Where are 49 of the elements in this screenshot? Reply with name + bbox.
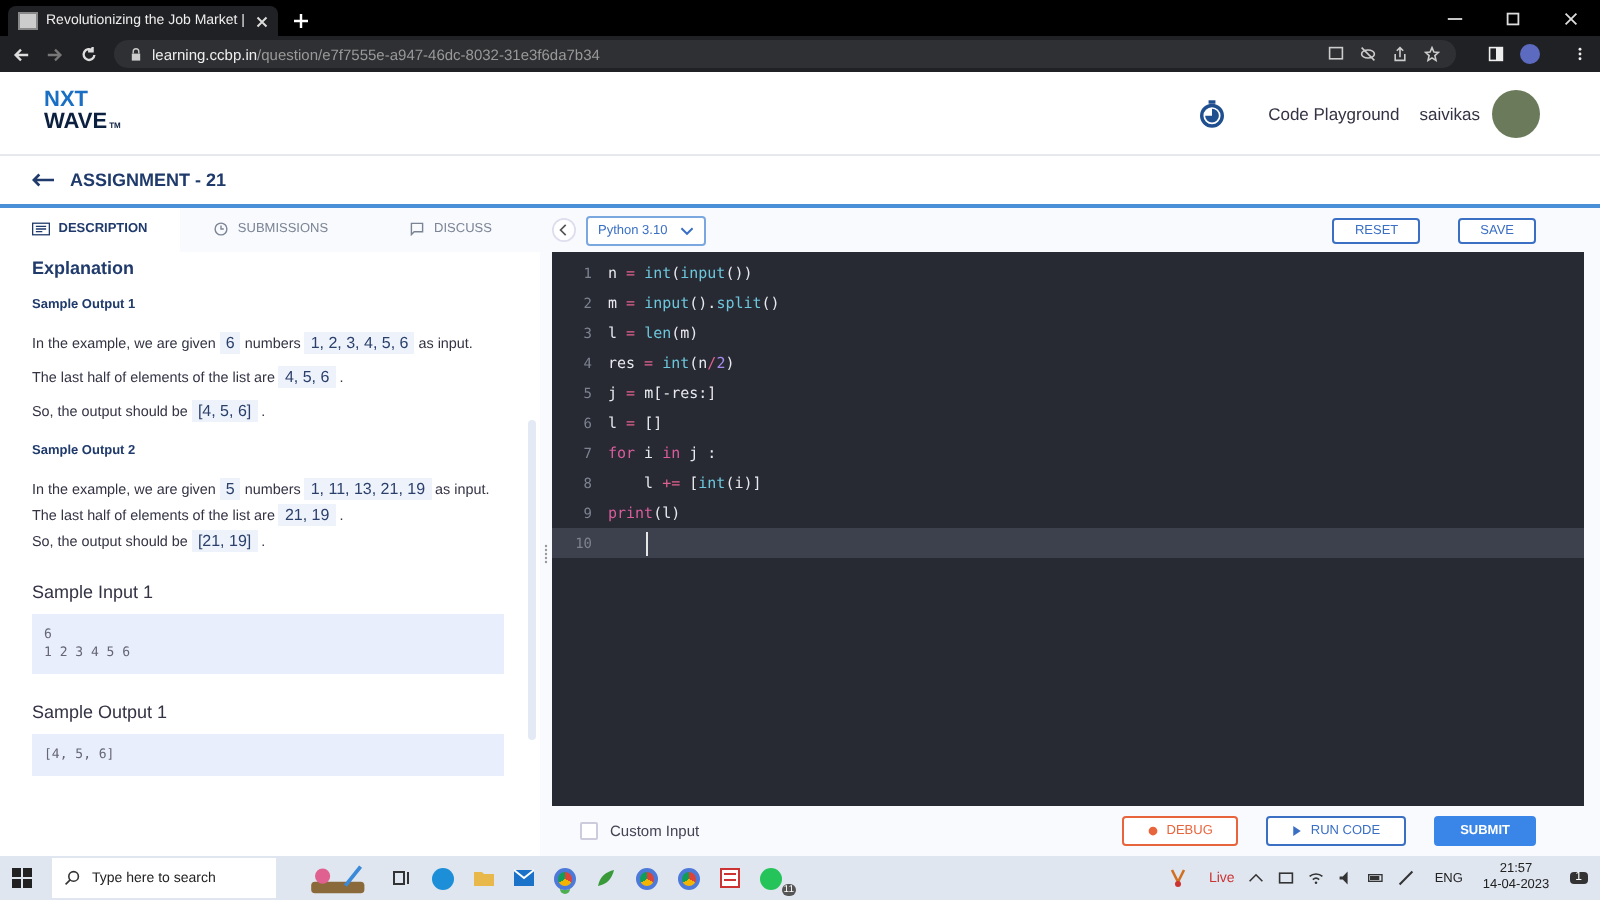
close-icon[interactable] — [256, 15, 268, 27]
chevron-down-icon — [679, 225, 694, 235]
install-icon[interactable] — [1328, 46, 1344, 62]
bug-icon — [1148, 826, 1159, 836]
reload-icon[interactable] — [80, 45, 98, 63]
sample-title: Sample Output 1 — [32, 702, 170, 722]
edge-icon[interactable] — [432, 867, 454, 889]
close-icon[interactable] — [1562, 10, 1580, 28]
text-cursor — [646, 531, 648, 555]
back-arrow-icon[interactable] — [32, 172, 54, 188]
checkbox[interactable] — [580, 822, 598, 840]
mail-icon[interactable] — [514, 868, 534, 888]
code-playground-link[interactable]: Code Playground — [1268, 103, 1400, 123]
battery-icon[interactable] — [1368, 870, 1385, 886]
user-avatar[interactable] — [1492, 89, 1540, 137]
drag-handle-icon[interactable] — [544, 542, 548, 566]
restore-icon[interactable] — [1504, 10, 1522, 28]
page-icon — [18, 12, 38, 30]
section-heading: Explanation — [32, 258, 137, 278]
pen-icon[interactable] — [1398, 870, 1415, 886]
collapse-icon[interactable] — [552, 218, 576, 242]
wifi-icon[interactable] — [1308, 870, 1325, 886]
eye-off-icon[interactable] — [1360, 46, 1376, 62]
windows-icon[interactable] — [12, 868, 32, 888]
profile-avatar[interactable] — [1520, 44, 1540, 64]
sample-title: Sample Input 1 — [32, 582, 156, 602]
app-icon[interactable] — [720, 868, 740, 888]
play-icon — [1292, 826, 1303, 836]
back-icon[interactable] — [12, 45, 30, 63]
forward-icon[interactable] — [46, 45, 64, 63]
chrome-icon[interactable] — [678, 867, 700, 889]
share-icon[interactable] — [1392, 46, 1408, 62]
stopwatch-icon[interactable] — [1200, 99, 1225, 127]
side-panel-icon[interactable] — [1488, 46, 1504, 62]
chat-icon — [408, 221, 427, 235]
lock-icon — [130, 47, 142, 61]
chrome-icon[interactable] — [636, 867, 658, 889]
chrome-icon[interactable] — [554, 867, 576, 889]
leaf-icon[interactable] — [596, 868, 616, 888]
assignment-title: ASSIGNMENT - 21 — [70, 170, 227, 190]
clock-icon — [211, 221, 230, 235]
star-icon[interactable] — [1424, 46, 1440, 62]
user-name: saivikas — [1419, 103, 1480, 123]
document-icon — [32, 221, 51, 235]
network-icon[interactable] — [1278, 870, 1295, 886]
new-tab-icon[interactable] — [294, 14, 308, 28]
chevron-up-icon[interactable] — [1248, 870, 1265, 886]
task-view-icon[interactable] — [392, 868, 412, 888]
search-icon — [64, 870, 80, 886]
